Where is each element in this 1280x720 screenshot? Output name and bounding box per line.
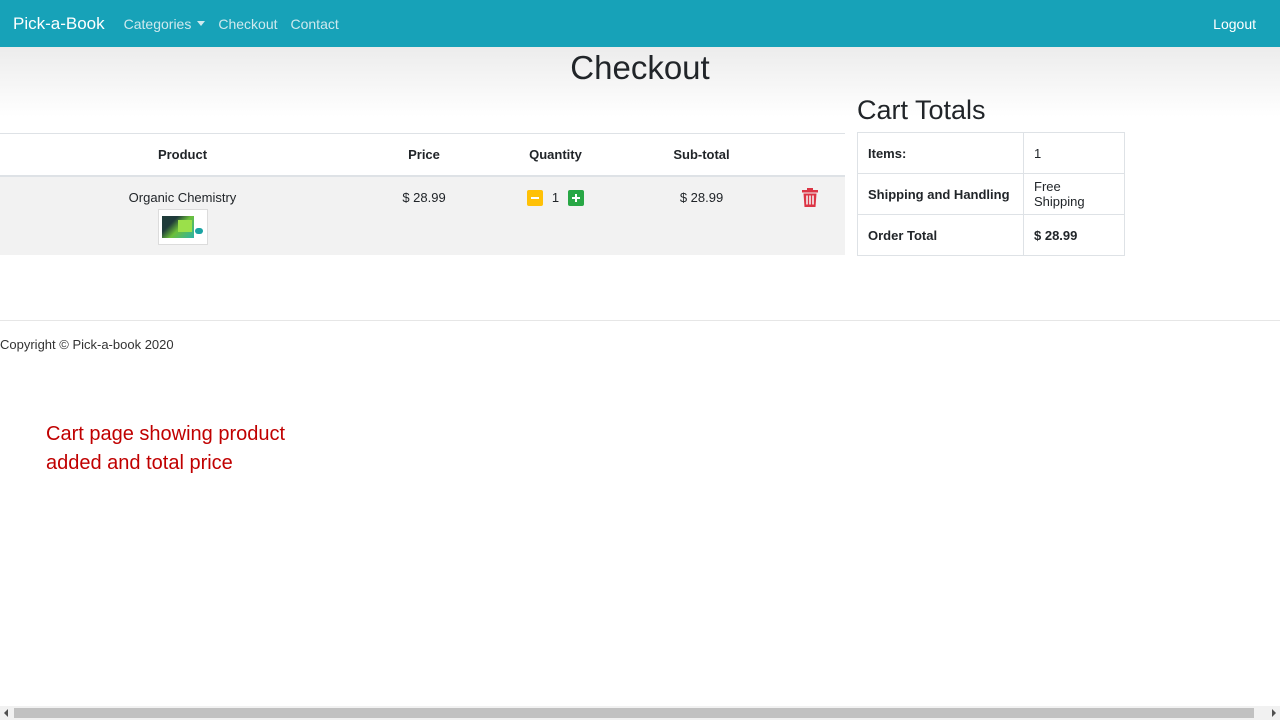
plus-icon xyxy=(572,193,581,202)
nav-categories-label: Categories xyxy=(123,15,192,32)
cart-header-row: Product Price Quantity Sub-total xyxy=(0,133,845,177)
cart-table: Product Price Quantity Sub-total Organic… xyxy=(0,133,845,255)
quantity-stepper: 1 xyxy=(526,189,585,206)
items-label: Items: xyxy=(857,132,1024,174)
shipping-value: Free Shipping xyxy=(1023,173,1125,215)
minus-icon xyxy=(530,196,539,199)
caption-line-1: Cart page showing product xyxy=(46,423,286,445)
totals-row-order-total: Order Total $ 28.99 xyxy=(857,214,1125,256)
product-thumbnail[interactable] xyxy=(157,208,208,245)
order-total-value: $ 28.99 xyxy=(1023,214,1125,256)
remove-item-button[interactable] xyxy=(802,187,818,210)
copyright-text: Copyright © Pick-a-book 2020 xyxy=(0,337,174,352)
product-subtotal: $ 28.99 xyxy=(679,189,724,205)
scroll-left-arrow-icon[interactable] xyxy=(4,709,8,717)
decrease-quantity-button[interactable] xyxy=(526,189,543,206)
caret-down-icon xyxy=(197,21,206,26)
cart-totals-title: Cart Totals xyxy=(857,95,986,125)
footer-divider xyxy=(0,320,1280,321)
logout-link[interactable]: Logout xyxy=(1213,16,1256,32)
brand-link[interactable]: Pick-a-Book xyxy=(13,14,105,34)
header-quantity: Quantity xyxy=(483,133,628,177)
increase-quantity-button[interactable] xyxy=(568,189,585,206)
price-cell: $ 28.99 xyxy=(365,175,483,255)
scrollbar-thumb[interactable] xyxy=(14,708,1254,718)
nav-checkout-link[interactable]: Checkout xyxy=(218,16,277,32)
annotation-caption: Cart page showing product added and tota… xyxy=(46,420,376,478)
items-value: 1 xyxy=(1023,132,1125,174)
trash-icon xyxy=(802,187,818,207)
actions-cell xyxy=(775,175,845,255)
nav-categories-dropdown[interactable]: Categories xyxy=(124,16,206,32)
quantity-value: 1 xyxy=(551,190,560,205)
subtotal-cell: $ 28.99 xyxy=(628,175,775,255)
quantity-cell: 1 xyxy=(483,175,628,255)
product-price: $ 28.99 xyxy=(402,189,446,205)
header-subtotal: Sub-total xyxy=(628,133,775,177)
caption-line-2: added and total price xyxy=(46,452,233,474)
horizontal-scrollbar[interactable] xyxy=(0,706,1280,720)
scroll-right-arrow-icon[interactable] xyxy=(1272,709,1276,717)
nav-contact-link[interactable]: Contact xyxy=(291,16,339,32)
totals-row-shipping: Shipping and Handling Free Shipping xyxy=(857,173,1125,215)
shipping-label: Shipping and Handling xyxy=(857,173,1024,215)
header-price: Price xyxy=(365,133,483,177)
page-title: Checkout xyxy=(570,49,710,86)
navbar: Pick-a-Book Categories Checkout Contact … xyxy=(0,0,1280,47)
cart-totals-table: Items: 1 Shipping and Handling Free Ship… xyxy=(857,132,1125,256)
header-actions xyxy=(775,133,845,177)
order-total-label: Order Total xyxy=(857,214,1024,256)
header-product: Product xyxy=(0,133,365,177)
product-name: Organic Chemistry xyxy=(128,189,237,205)
table-row: Organic Chemistry $ 28.99 1 $ 28.99 xyxy=(0,175,845,255)
product-cell: Organic Chemistry xyxy=(0,175,365,255)
totals-row-items: Items: 1 xyxy=(857,132,1125,174)
